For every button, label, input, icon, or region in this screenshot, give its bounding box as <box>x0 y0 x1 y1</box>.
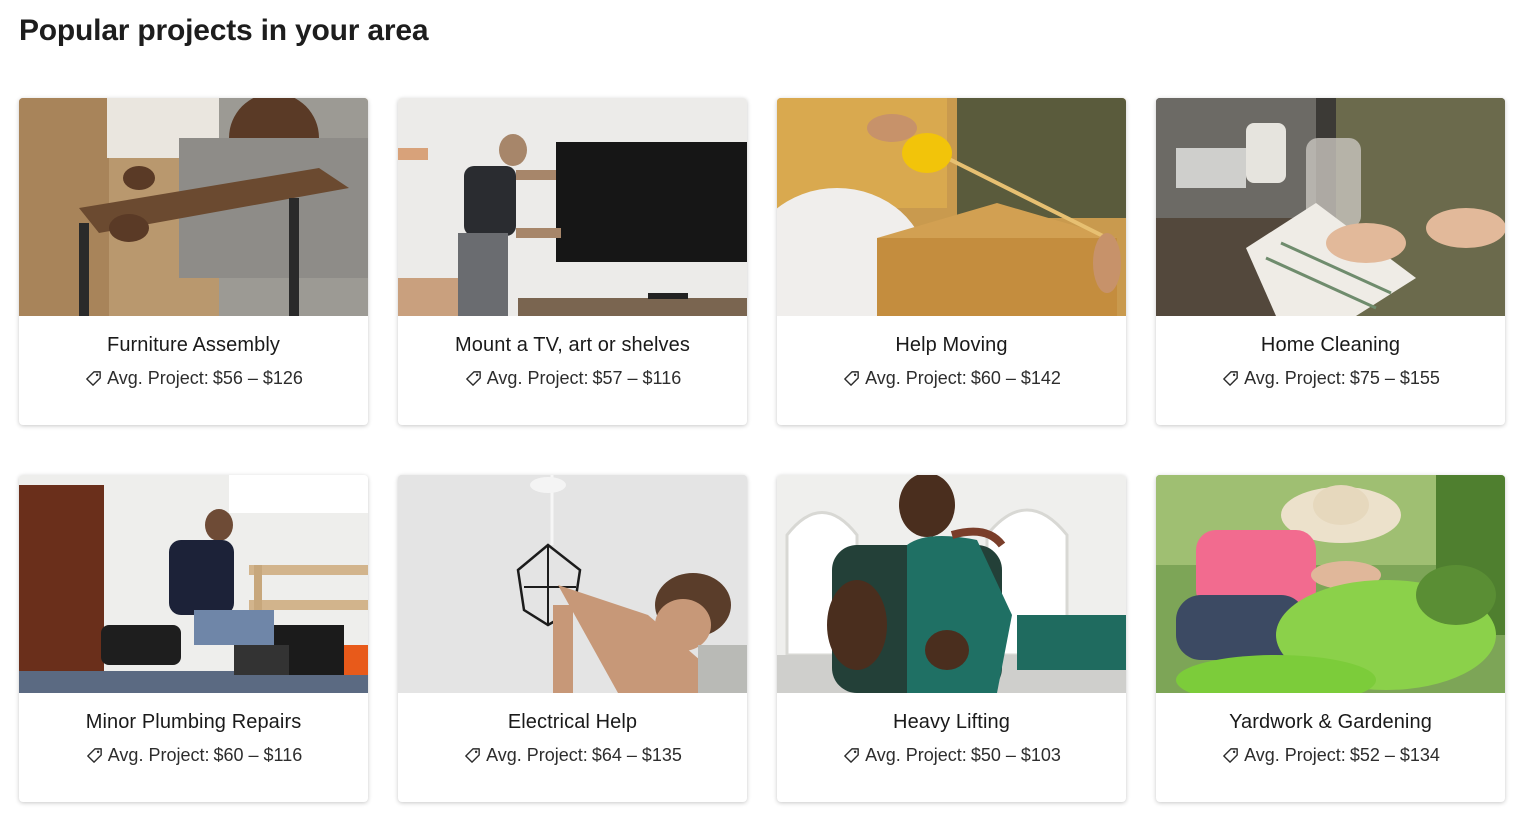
price-range: $57 – $116 <box>592 368 682 388</box>
popular-projects-section: Popular projects in your area Furniture … <box>0 0 1536 816</box>
avg-project-price: Avg. Project: $50 – $103 <box>842 745 1061 766</box>
price-range: $56 – $126 <box>212 368 303 388</box>
tag-icon <box>844 371 859 386</box>
project-card-heavy-lifting[interactable]: Heavy Lifting Avg. Project: $50 – $103 <box>777 475 1126 802</box>
price-range: $52 – $134 <box>1349 745 1440 765</box>
price-range: $60 – $116 <box>213 745 303 765</box>
price-prefix: Avg. Project: <box>486 368 589 388</box>
tag-icon <box>1223 371 1238 386</box>
project-photo <box>398 98 747 316</box>
avg-project-price: Avg. Project: $60 – $142 <box>842 368 1061 389</box>
price-prefix: Avg. Project: <box>107 745 210 765</box>
project-title: Furniture Assembly <box>107 334 280 356</box>
project-photo <box>398 475 747 693</box>
project-card-home-cleaning[interactable]: Home Cleaning Avg. Project: $75 – $155 <box>1156 98 1505 425</box>
project-title: Help Moving <box>895 334 1008 356</box>
price-range: $64 – $135 <box>591 745 682 765</box>
project-title: Home Cleaning <box>1260 334 1401 356</box>
project-photo <box>777 98 1126 316</box>
avg-project-price: Avg. Project: $75 – $155 <box>1221 368 1440 389</box>
project-card-mount-tv[interactable]: Mount a TV, art or shelves Avg. Project:… <box>398 98 747 425</box>
tag-icon <box>1223 748 1238 763</box>
avg-project-price: Avg. Project: $57 – $116 <box>464 368 681 389</box>
project-card-minor-plumbing[interactable]: Minor Plumbing Repairs Avg. Project: $60… <box>19 475 368 802</box>
tag-icon <box>465 748 480 763</box>
price-range: $75 – $155 <box>1349 368 1440 388</box>
avg-project-price: Avg. Project: $56 – $126 <box>84 368 303 389</box>
project-title: Mount a TV, art or shelves <box>455 334 690 356</box>
price-range: $60 – $142 <box>970 368 1061 388</box>
project-title: Electrical Help <box>507 711 638 733</box>
tag-icon <box>465 371 481 386</box>
price-prefix: Avg. Project: <box>1244 368 1346 388</box>
project-title: Heavy Lifting <box>893 711 1010 733</box>
section-heading: Popular projects in your area <box>19 14 429 47</box>
price-prefix: Avg. Project: <box>107 368 209 388</box>
project-photo <box>777 475 1126 693</box>
project-card-furniture-assembly[interactable]: Furniture Assembly Avg. Project: $56 – $… <box>19 98 368 425</box>
project-title: Yardwork & Gardening <box>1229 711 1432 733</box>
tag-icon <box>844 748 859 763</box>
tag-icon <box>86 371 101 386</box>
project-card-electrical-help[interactable]: Electrical Help Avg. Project: $64 – $135 <box>398 475 747 802</box>
avg-project-price: Avg. Project: $64 – $135 <box>463 745 682 766</box>
price-prefix: Avg. Project: <box>1244 745 1346 765</box>
project-photo <box>19 475 368 693</box>
price-prefix: Avg. Project: <box>865 368 967 388</box>
price-prefix: Avg. Project: <box>486 745 588 765</box>
project-card-yardwork-gardening[interactable]: Yardwork & Gardening Avg. Project: $52 –… <box>1156 475 1505 802</box>
price-prefix: Avg. Project: <box>865 745 967 765</box>
tag-icon <box>86 748 102 763</box>
avg-project-price: Avg. Project: $60 – $116 <box>85 745 302 766</box>
project-photo <box>1156 475 1505 693</box>
avg-project-price: Avg. Project: $52 – $134 <box>1221 745 1440 766</box>
price-range: $50 – $103 <box>970 745 1061 765</box>
project-card-help-moving[interactable]: Help Moving Avg. Project: $60 – $142 <box>777 98 1126 425</box>
project-grid: Furniture Assembly Avg. Project: $56 – $… <box>19 98 1505 802</box>
project-title: Minor Plumbing Repairs <box>85 711 302 733</box>
project-photo <box>19 98 368 316</box>
project-photo <box>1156 98 1505 316</box>
